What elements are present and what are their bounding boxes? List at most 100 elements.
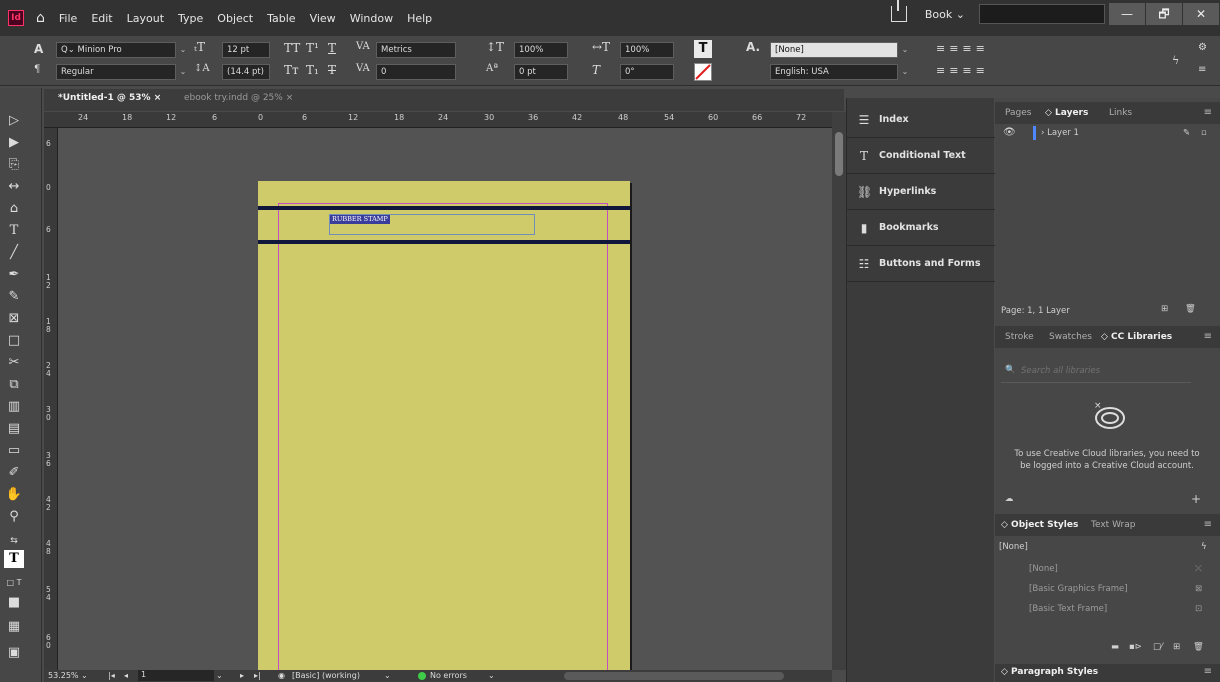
document-page[interactable]: RUBBER STAMP: [258, 181, 630, 670]
text-frame[interactable]: RUBBER STAMP: [329, 214, 535, 235]
list-item[interactable]: [Basic Text Frame] ⊡: [995, 602, 1220, 620]
chevron-down-icon[interactable]: ⌄: [488, 671, 495, 680]
panel-bookmarks[interactable]: ▮ Bookmarks: [847, 210, 995, 246]
normal-mode-icon[interactable]: ■: [4, 594, 24, 612]
tracking-field[interactable]: 0: [376, 64, 456, 80]
libraries-search[interactable]: 🔍 Search all libraries: [995, 360, 1220, 384]
baseline-shift-field[interactable]: 0 pt: [514, 64, 568, 80]
menu-table[interactable]: Table: [267, 12, 295, 25]
panel-menu-icon[interactable]: ≡: [1204, 331, 1212, 342]
tab-links[interactable]: Links: [1109, 108, 1132, 118]
minimize-button[interactable]: —: [1109, 3, 1145, 25]
menu-object[interactable]: Object: [217, 12, 253, 25]
tab-ebook[interactable]: ebook try.indd @ 25% ×: [184, 93, 293, 103]
content-collector-icon[interactable]: ⌂: [4, 200, 24, 218]
list-item[interactable]: [None] ⤫: [995, 562, 1220, 580]
previous-page-icon[interactable]: ◂: [124, 671, 128, 680]
font-family-field[interactable]: Q⌄ Minion Pro: [56, 42, 176, 58]
stroke-none-icon[interactable]: [694, 63, 712, 81]
tab-untitled[interactable]: *Untitled-1 @ 53% ×: [58, 93, 161, 103]
tab-text-wrap[interactable]: Text Wrap: [1091, 520, 1136, 530]
panel-menu-icon[interactable]: ≡: [1204, 666, 1212, 677]
line-tool-icon[interactable]: ╱: [4, 244, 24, 262]
tab-pages[interactable]: Pages: [1005, 108, 1031, 118]
open-document-icon[interactable]: ◉: [278, 671, 285, 680]
fill-color-icon[interactable]: T: [694, 40, 712, 58]
pen-tool-icon[interactable]: ✒: [4, 266, 24, 284]
container-text-toggle-icon[interactable]: □ T: [4, 574, 24, 592]
folder-icon[interactable]: ▬: [1111, 642, 1119, 652]
strikethrough-icon[interactable]: T: [328, 63, 336, 77]
chevron-down-icon[interactable]: ⌄: [216, 671, 223, 680]
close-icon[interactable]: ×: [154, 93, 162, 103]
character-mode-icon[interactable]: A: [34, 42, 43, 56]
close-button[interactable]: ✕: [1183, 3, 1219, 25]
chevron-down-icon[interactable]: ⌄: [176, 64, 190, 80]
header-rule[interactable]: [258, 240, 630, 244]
panel-menu-icon[interactable]: ≡: [1198, 64, 1206, 75]
vertical-scale-field[interactable]: 100%: [514, 42, 568, 58]
underline-icon[interactable]: T: [328, 41, 336, 55]
visibility-eye-icon[interactable]: 👁: [1003, 127, 1016, 138]
superscript-icon[interactable]: T¹: [306, 41, 319, 55]
selection-tool-icon[interactable]: ▷: [4, 112, 24, 130]
chevron-down-icon[interactable]: ⌄: [898, 64, 912, 80]
gradient-feather-tool-icon[interactable]: ▤: [4, 420, 24, 438]
gap-tool-icon[interactable]: ↔: [4, 178, 24, 196]
add-icon[interactable]: +: [1191, 492, 1201, 506]
layer-name[interactable]: › Layer 1: [1041, 128, 1079, 138]
menu-layout[interactable]: Layout: [127, 12, 164, 25]
scrollbar-thumb[interactable]: [835, 132, 843, 176]
vertical-ruler[interactable]: 6 0 6 12 18 24 30 36 42 48 54 60: [44, 128, 58, 670]
first-page-icon[interactable]: |◂: [108, 671, 115, 680]
tab-layers[interactable]: ◇ Layers: [1045, 108, 1088, 118]
restore-button[interactable]: 🗗: [1146, 3, 1182, 25]
document-scrollbar[interactable]: [832, 112, 846, 670]
type-tool-icon[interactable]: T: [4, 222, 24, 240]
all-caps-icon[interactable]: TT: [284, 41, 300, 55]
chevron-down-icon[interactable]: ⌄: [384, 671, 391, 680]
layer-row[interactable]: 👁 › Layer 1 ✎ ▫: [995, 124, 1220, 144]
paragraph-mode-icon[interactable]: ¶: [34, 64, 40, 75]
pencil-tool-icon[interactable]: ✎: [4, 288, 24, 306]
leading-field[interactable]: (14.4 pt): [222, 64, 270, 80]
panel-conditional-text[interactable]: T Conditional Text: [847, 138, 995, 174]
hand-tool-icon[interactable]: ✋: [4, 486, 24, 504]
clear-overrides-icon[interactable]: ▪⊳: [1129, 642, 1142, 652]
font-style-field[interactable]: Regular: [56, 64, 176, 80]
rectangle-frame-tool-icon[interactable]: ⊠: [4, 310, 24, 328]
preview-mode-icon[interactable]: ▦: [4, 618, 24, 636]
menu-help[interactable]: Help: [407, 12, 432, 25]
skew-field[interactable]: 0°: [620, 64, 674, 80]
trash-icon[interactable]: 🗑: [1193, 642, 1204, 652]
panel-hyperlinks[interactable]: ⛓ Hyperlinks: [847, 174, 995, 210]
menu-type[interactable]: Type: [178, 12, 203, 25]
tab-cc-libraries[interactable]: ◇ CC Libraries: [1101, 332, 1172, 342]
chevron-down-icon[interactable]: ⌄: [176, 42, 190, 58]
page-number-field[interactable]: 1: [138, 670, 214, 681]
tab-stroke[interactable]: Stroke: [1005, 332, 1034, 342]
small-caps-icon[interactable]: Tт: [284, 63, 299, 77]
align-buttons-icon[interactable]: ≡≡≡≡: [936, 42, 989, 55]
tab-paragraph-styles[interactable]: ◇ Paragraph Styles: [1001, 667, 1098, 677]
direct-selection-tool-icon[interactable]: ▶: [4, 134, 24, 152]
gear-icon[interactable]: ⚙: [1198, 42, 1207, 53]
gradient-swatch-tool-icon[interactable]: ▥: [4, 398, 24, 416]
tab-object-styles[interactable]: ◇ Object Styles: [1001, 520, 1078, 530]
trash-icon[interactable]: 🗑: [1185, 304, 1196, 314]
libraries-search-input[interactable]: Search all libraries: [1021, 366, 1100, 376]
home-icon[interactable]: ⌂: [36, 10, 45, 26]
share-icon[interactable]: [890, 0, 907, 22]
kerning-field[interactable]: Metrics: [376, 42, 456, 58]
screen-mode-icon[interactable]: ▣: [4, 644, 24, 662]
lightning-icon[interactable]: ϟ: [1172, 54, 1179, 67]
menu-edit[interactable]: Edit: [91, 12, 112, 25]
character-style-field[interactable]: [None]: [770, 42, 898, 58]
eyedropper-tool-icon[interactable]: ✐: [4, 464, 24, 482]
close-icon[interactable]: ×: [286, 93, 294, 103]
search-input[interactable]: [979, 4, 1105, 24]
horizontal-scale-field[interactable]: 100%: [620, 42, 674, 58]
justify-buttons-icon[interactable]: ≡≡≡≡: [936, 64, 989, 77]
panel-buttons-forms[interactable]: ☷ Buttons and Forms: [847, 246, 995, 282]
language-field[interactable]: English: USA: [770, 64, 898, 80]
